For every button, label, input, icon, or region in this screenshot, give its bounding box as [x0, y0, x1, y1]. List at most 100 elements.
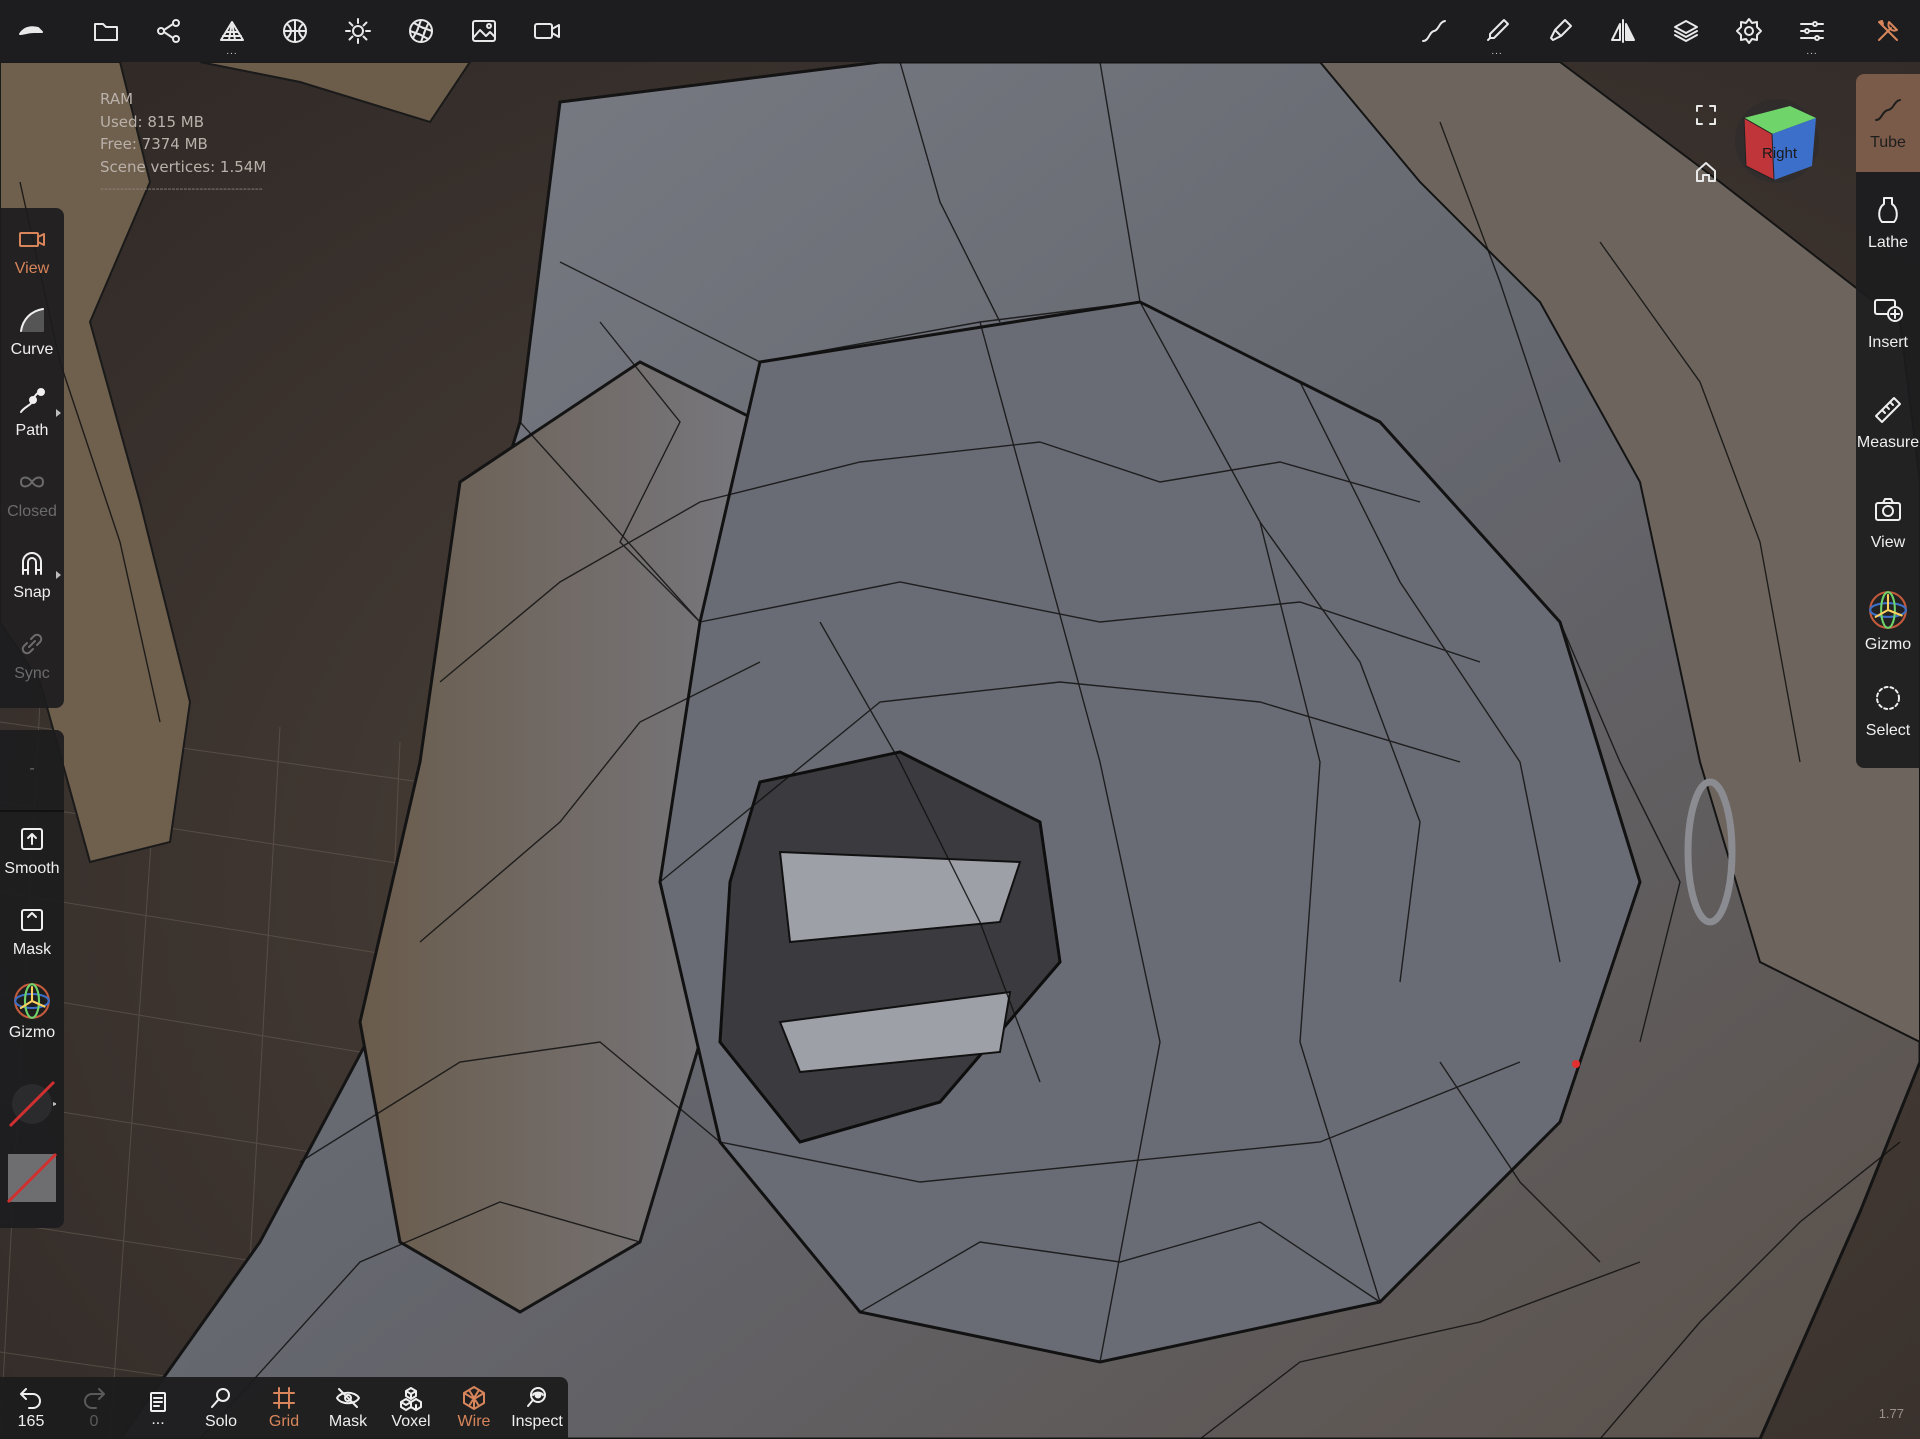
gizmo-icon — [14, 983, 50, 1019]
top-toolbar: ... ... ... — [0, 0, 1920, 62]
measure-tool[interactable]: Measure — [1856, 374, 1920, 472]
home-view-button[interactable] — [1688, 154, 1724, 190]
gizmo-button[interactable]: Gizmo — [0, 976, 64, 1064]
layers-button[interactable] — [1661, 6, 1711, 56]
app-logo-icon — [19, 26, 43, 35]
stroke-button[interactable] — [1409, 6, 1459, 56]
lighting-button[interactable] — [333, 6, 383, 56]
background-button[interactable] — [459, 6, 509, 56]
mask-label: Mask — [12, 941, 52, 958]
history-button[interactable]: ... — [127, 1377, 189, 1439]
insert-tool[interactable]: Insert — [1856, 274, 1920, 372]
light-icon — [345, 18, 371, 44]
topology-icon — [220, 21, 244, 41]
hidden-eye-icon — [336, 1388, 360, 1408]
bottom-toolbar: 165 0 ... Solo Grid Mask Voxel Wire Insp… — [0, 1377, 568, 1439]
lathe-label: Lathe — [1867, 234, 1909, 251]
path-button[interactable]: Path — [0, 376, 64, 454]
submenu-arrow-icon — [56, 409, 61, 417]
sync-toggle[interactable]: Sync — [0, 619, 64, 697]
smooth-button[interactable]: Smooth — [0, 814, 64, 892]
tube-label: Tube — [1870, 134, 1906, 151]
solo-button[interactable]: Solo — [190, 1377, 252, 1439]
tube-tool[interactable]: Tube — [1856, 74, 1920, 172]
redo-button[interactable]: 0 — [63, 1377, 125, 1439]
layers-icon — [1674, 20, 1698, 42]
mask-button[interactable]: Mask — [0, 895, 64, 973]
material-preview-swatch[interactable] — [8, 1076, 58, 1132]
folder-icon — [94, 23, 118, 41]
tube-icon — [1875, 99, 1901, 121]
sliders-icon — [1800, 21, 1824, 41]
magnet-icon — [22, 552, 42, 575]
settings-button[interactable] — [1724, 6, 1774, 56]
stroke-icon — [1422, 20, 1446, 42]
ram-free: Free: 7374 MB — [100, 135, 208, 153]
camera-icon — [19, 232, 45, 247]
fullscreen-button[interactable] — [1688, 97, 1724, 133]
view-label: View — [14, 260, 50, 277]
mask-visibility-toggle[interactable]: Mask — [317, 1377, 379, 1439]
material-button[interactable] — [270, 6, 320, 56]
post-process-button[interactable] — [396, 6, 446, 56]
topology-button[interactable]: ... — [207, 6, 257, 57]
left-action-panel: - Smooth Mask Gizmo — [0, 730, 64, 1228]
gizmo-tool[interactable]: Gizmo — [1856, 574, 1920, 674]
video-icon — [534, 23, 560, 39]
lathe-icon — [1878, 197, 1898, 223]
wireframe-toggle[interactable]: Wire — [443, 1377, 505, 1439]
home-icon — [1696, 162, 1716, 182]
background-image-icon — [472, 20, 496, 42]
stats-separator: ----------------------------------------… — [100, 182, 263, 195]
infinity-icon — [20, 476, 44, 488]
fullscreen-icon — [1696, 105, 1716, 125]
sync-label: Sync — [14, 665, 50, 682]
files-button[interactable] — [81, 6, 131, 56]
interface-button[interactable]: ... — [1787, 6, 1837, 57]
color-swatch[interactable] — [6, 1150, 58, 1206]
ram-used: Used: 815 MB — [100, 112, 204, 131]
link-icon — [21, 633, 43, 655]
memory-stats: RAM Used: 815 MB Free: 7374 MB Scene ver… — [100, 88, 266, 201]
select-tool[interactable]: Select — [1856, 668, 1920, 766]
snap-label: Snap — [13, 584, 51, 601]
post-process-icon — [409, 19, 433, 43]
brush-button[interactable]: ... — [1472, 6, 1522, 57]
undo-count: 165 — [17, 1413, 45, 1430]
3d-viewport[interactable] — [0, 62, 1920, 1439]
insert-label: Insert — [1867, 334, 1908, 351]
lathe-tool[interactable]: Lathe — [1856, 174, 1920, 272]
undo-button[interactable]: 165 — [0, 1377, 62, 1439]
empty-slot-label: - — [29, 760, 35, 777]
curve-button[interactable]: Curve — [0, 295, 64, 373]
mask-icon — [21, 909, 43, 931]
paint-icon — [1550, 19, 1572, 41]
wire-label: Wire — [457, 1413, 491, 1430]
version-number: 1.77 — [1878, 1406, 1904, 1421]
voxel-toggle[interactable]: Voxel — [380, 1377, 442, 1439]
divider — [0, 810, 64, 812]
app-menu-button[interactable] — [6, 6, 56, 56]
search-icon — [211, 1388, 230, 1408]
snap-toggle[interactable]: Snap — [0, 538, 64, 616]
symmetry-button[interactable] — [1598, 6, 1648, 56]
navigation-cube[interactable]: Right — [1732, 96, 1822, 186]
inspect-toggle[interactable]: Inspect — [506, 1377, 568, 1439]
ruler-icon — [1875, 397, 1901, 423]
closed-label: Closed — [7, 503, 57, 520]
closed-toggle[interactable]: Closed — [0, 457, 64, 535]
empty-slot: - — [0, 730, 64, 808]
record-button[interactable] — [522, 6, 572, 56]
scene-button[interactable] — [144, 6, 194, 56]
paint-button[interactable] — [1535, 6, 1585, 56]
tools-icon — [1878, 20, 1898, 41]
brush-icon — [1487, 19, 1509, 41]
no-color-icon — [6, 1152, 58, 1204]
grid-toggle[interactable]: Grid — [253, 1377, 315, 1439]
grid-label: Grid — [268, 1413, 300, 1430]
view-tool[interactable]: View — [1856, 474, 1920, 572]
redo-count: 0 — [89, 1413, 99, 1430]
tools-button[interactable] — [1863, 6, 1913, 56]
view-button[interactable]: View — [0, 214, 64, 292]
scene-vertices: Scene vertices: 1.54M — [100, 157, 267, 176]
